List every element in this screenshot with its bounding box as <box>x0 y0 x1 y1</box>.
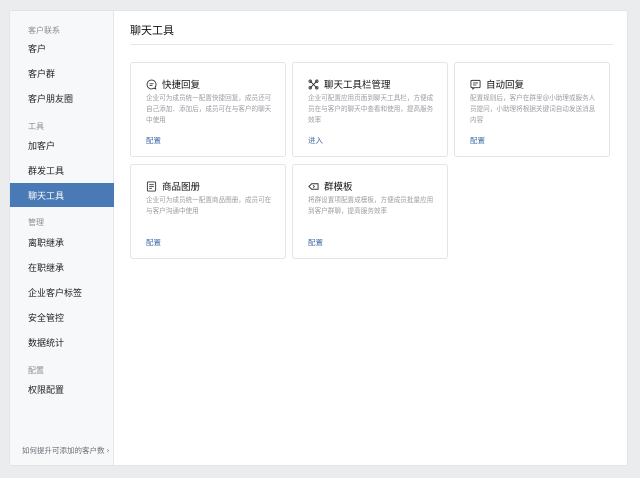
card-description: 企业可为成员统一配置商品图册，成员可在与客户沟通中使用 <box>146 196 272 215</box>
sidebar-item-resign-inherit[interactable]: 离职继承 <box>10 230 114 254</box>
auto-reply-card: 自动回复 配置规则后，客户在群里@小助理或服务人员提问，小助理将根据关键词自动发… <box>454 62 610 157</box>
sidebar: 客户联系 客户 客户群 客户朋友圈 工具 加客户 群发工具 聊天工具 管理 离职… <box>10 11 114 465</box>
card-title: 群模板 <box>324 182 353 193</box>
sidebar-item-customer-tags[interactable]: 企业客户标签 <box>10 280 114 304</box>
configure-group-template-link[interactable]: 配置 <box>308 237 323 248</box>
chat-toolbar-card: 聊天工具栏管理 企业可配置应用页面到聊天工具栏，方便成员在与客户的聊天中查看和使… <box>292 62 448 157</box>
enter-toolbar-link[interactable]: 进入 <box>308 135 323 146</box>
card-title: 快捷回复 <box>162 80 201 91</box>
sidebar-group-title: 管理 <box>28 218 44 227</box>
quick-reply-icon <box>146 79 157 90</box>
catalog-icon <box>146 180 157 192</box>
sidebar-item-moments[interactable]: 客户朋友圈 <box>10 86 114 110</box>
card-description: 将群设置项配置成模板，方便成员批量应用到客户群聊，提高服务效率 <box>308 196 434 215</box>
sidebar-item-security[interactable]: 安全管控 <box>10 305 114 329</box>
sidebar-group-title: 工具 <box>28 122 44 131</box>
sidebar-item-customers[interactable]: 客户 <box>10 36 114 60</box>
sidebar-group-title: 配置 <box>28 366 44 375</box>
configure-quick-reply-link[interactable]: 配置 <box>146 135 161 146</box>
card-description: 企业可为成员统一配置快捷回复，成员还可自己添加、添加后，成员可在与客户的聊天中使… <box>146 94 272 124</box>
configure-auto-reply-link[interactable]: 配置 <box>470 135 485 146</box>
toolbar-icon <box>308 79 319 89</box>
sidebar-item-statistics[interactable]: 数据统计 <box>10 330 114 354</box>
customer-limit-help-link[interactable]: 如何提升可添加的客户数 › <box>22 445 110 456</box>
sidebar-item-onjob-inherit[interactable]: 在职继承 <box>10 255 114 279</box>
card-title: 商品图册 <box>162 182 201 193</box>
chevron-right-icon: › <box>106 446 110 455</box>
sidebar-item-chat-tools[interactable]: 聊天工具 <box>10 183 114 207</box>
main-content: 聊天工具 快捷回复 企业可为成员统一配置快捷回复，成员还可自己添加、添加后，成员… <box>114 11 627 465</box>
auto-reply-icon <box>470 79 481 90</box>
quick-reply-card: 快捷回复 企业可为成员统一配置快捷回复，成员还可自己添加、添加后，成员可在与客户… <box>130 62 286 157</box>
page-title: 聊天工具 <box>130 24 174 37</box>
sidebar-item-permissions[interactable]: 权限配置 <box>10 377 114 401</box>
group-template-card: 群模板 将群设置项配置成模板，方便成员批量应用到客户群聊，提高服务效率 配置 <box>292 164 448 259</box>
configure-catalog-link[interactable]: 配置 <box>146 237 161 248</box>
sidebar-group-title: 客户联系 <box>28 26 60 35</box>
card-description: 企业可配置应用页面到聊天工具栏，方便成员在与客户的聊天中查看和使用，提高服务效率 <box>308 94 434 124</box>
product-catalog-card: 商品图册 企业可为成员统一配置商品图册，成员可在与客户沟通中使用 配置 <box>130 164 286 259</box>
card-description: 配置规则后，客户在群里@小助理或服务人员提问，小助理将根据关键词自动发送消息内容 <box>470 94 596 124</box>
group-template-icon <box>308 182 319 190</box>
sidebar-item-mass-send[interactable]: 群发工具 <box>10 158 114 182</box>
sidebar-item-customer-groups[interactable]: 客户群 <box>10 61 114 85</box>
help-link-label: 如何提升可添加的客户数 <box>22 446 105 455</box>
sidebar-item-add-customer[interactable]: 加客户 <box>10 133 114 157</box>
card-title: 自动回复 <box>486 80 525 91</box>
app-window: 客户联系 客户 客户群 客户朋友圈 工具 加客户 群发工具 聊天工具 管理 离职… <box>10 11 627 465</box>
card-title: 聊天工具栏管理 <box>324 80 391 91</box>
divider <box>130 44 613 45</box>
